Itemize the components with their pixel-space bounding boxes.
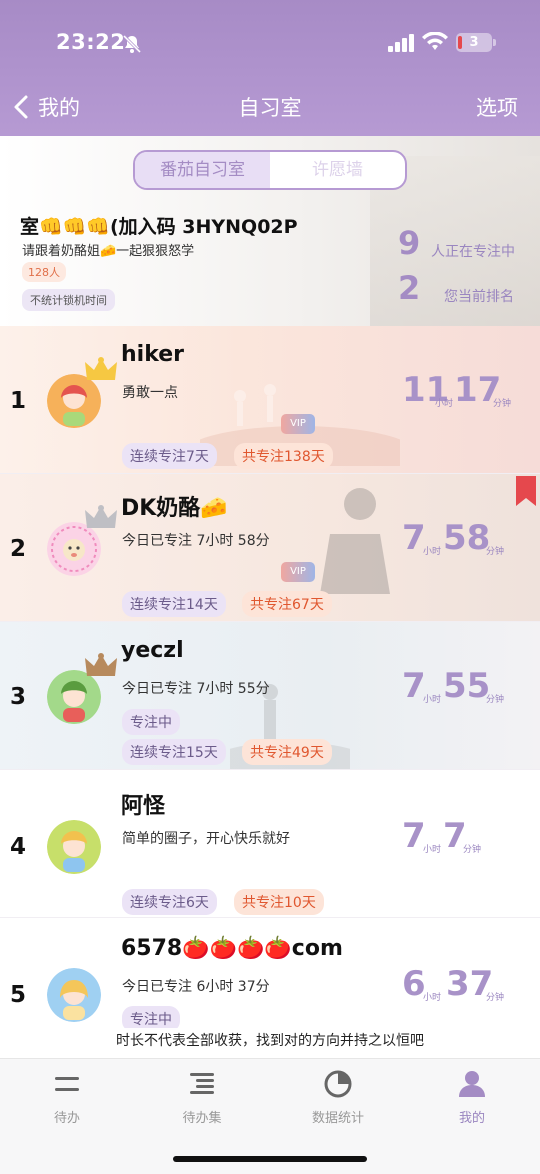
minutes-unit: 分钟	[493, 399, 512, 409]
leaderboard-row-4[interactable]: 4 阿怪 简单的圈子，开心快乐就好 连续专注6天 共专注10天 7 小时 7 分…	[0, 770, 540, 918]
hours-unit: 小时	[435, 399, 454, 409]
focusing-status-chip: 专注中	[122, 709, 180, 735]
wifi-icon	[422, 32, 448, 50]
total-days-chip: 共专注138天	[234, 443, 333, 469]
total-days-chip: 共专注67天	[242, 591, 332, 617]
user-motto: 今日已专注 7小时 55分	[122, 681, 270, 697]
user-motto: 今日已专注 7小时 58分	[122, 533, 270, 549]
user-motto: 今日已专注 6小时 37分	[122, 979, 270, 995]
leaderboard-row-3[interactable]: 3 yeczl 今日已专注 7小时 55分 专注中 连续专注15天 共专注49天…	[0, 622, 540, 770]
tab-label: 待办	[53, 1111, 80, 1126]
tab-label: 待办集	[182, 1111, 222, 1126]
rank-number: 2	[10, 536, 27, 562]
status-time: 23:22	[56, 30, 126, 54]
minutes-value: 58	[443, 518, 491, 558]
vip-badge: VIP	[281, 414, 315, 434]
home-indicator	[173, 1156, 367, 1162]
hours-unit: 小时	[423, 547, 442, 557]
streak-chip: 连续专注14天	[122, 591, 226, 617]
battery-cap	[493, 39, 496, 46]
minutes-unit: 分钟	[463, 845, 482, 855]
battery-indicator: 3	[456, 33, 496, 52]
user-name: 阿怪	[121, 794, 166, 819]
tab-statistics[interactable]: 数据统计	[288, 1069, 388, 1126]
tab-label: 数据统计	[311, 1111, 364, 1126]
profile-icon	[459, 1071, 485, 1097]
lock-time-note: 不统计锁机时间	[22, 289, 115, 311]
page-title: 自习室	[238, 96, 302, 120]
room-description: 请跟着奶酪姐🧀一起狠狠怒学	[22, 244, 195, 259]
battery-level: 3	[469, 35, 479, 50]
bell-off-icon	[122, 34, 142, 54]
user-name: DK奶酪🧀	[121, 496, 228, 521]
crown-gold-icon	[85, 357, 117, 380]
focusing-count: 9	[398, 224, 421, 262]
options-button[interactable]: 选项	[476, 92, 518, 122]
tab-mine[interactable]: 我的	[422, 1069, 522, 1126]
total-days-chip: 共专注49天	[242, 739, 332, 765]
focusing-label: 人正在专注中	[431, 244, 515, 260]
crown-silver-icon	[85, 505, 117, 528]
hours-unit: 小时	[423, 845, 442, 855]
user-name: 6578🍅🍅🍅🍅com	[121, 936, 343, 961]
leaderboard-row-5[interactable]: 5 6578🍅🍅🍅🍅com 今日已专注 6小时 37分 专注中 6 小时 37 …	[0, 918, 540, 1030]
minutes-value: 55	[443, 666, 491, 706]
minutes-unit: 分钟	[486, 547, 505, 557]
motivation-banner: 时长不代表全部收获，找到对的方向并持之以恒吧	[0, 1028, 540, 1058]
streak-chip: 连续专注15天	[122, 739, 226, 765]
rank-number: 4	[10, 834, 27, 860]
my-rank-label: 您当前排名	[444, 289, 514, 305]
streak-chip: 连续专注6天	[122, 889, 217, 915]
tab-label: 我的	[458, 1111, 485, 1126]
room-header: 番茄自习室 许愿墙 室👊👊👊(加入码 3HYNQ02P 请跟着奶酪姐🧀一起狠狠怒…	[0, 136, 540, 326]
vip-badge: VIP	[281, 562, 315, 582]
hours-unit: 小时	[423, 993, 442, 1003]
my-rank: 2	[398, 269, 421, 307]
avatar[interactable]	[47, 820, 101, 874]
top-bar: 23:22 3 我的 自习室 选项	[0, 0, 540, 136]
user-motto: 简单的圈子，开心快乐就好	[122, 831, 290, 847]
leaderboard-row-2[interactable]: 2 DK奶酪🧀 今日已专注 7小时 58分 VIP 连续专注14天 共专注67天…	[0, 474, 540, 622]
rank-number: 3	[10, 684, 27, 710]
signal-icon	[388, 34, 414, 52]
leaderboard-row-1[interactable]: 1 hiker 勇敢一点 VIP 连续专注7天 共专注138天 11 小时 17…	[0, 326, 540, 474]
total-days-chip: 共专注10天	[234, 889, 324, 915]
room-name: 室👊👊👊(加入码 3HYNQ02P	[20, 216, 298, 238]
streak-chip: 连续专注7天	[122, 443, 217, 469]
todo-set-icon	[190, 1073, 214, 1094]
member-count-badge: 128人	[22, 262, 66, 282]
rank-number: 5	[10, 982, 27, 1008]
minutes-unit: 分钟	[486, 695, 505, 705]
avatar[interactable]	[47, 968, 101, 1022]
rank-number: 1	[10, 388, 27, 414]
tab-study-room[interactable]: 番茄自习室	[135, 152, 270, 188]
focusing-status-chip: 专注中	[122, 1006, 180, 1030]
tab-wish-wall[interactable]: 许愿墙	[270, 152, 405, 188]
tab-todo[interactable]: 待办	[17, 1069, 117, 1126]
battery-low-bar	[458, 36, 462, 49]
user-name: hiker	[121, 342, 185, 367]
crown-bronze-icon	[85, 653, 117, 676]
bookmark-icon[interactable]	[516, 476, 536, 506]
todo-icon	[55, 1077, 79, 1091]
user-motto: 勇敢一点	[122, 385, 178, 401]
minutes-unit: 分钟	[486, 993, 505, 1003]
tab-todo-set[interactable]: 待办集	[152, 1069, 252, 1126]
user-name: yeczl	[121, 638, 184, 663]
segment-control: 番茄自习室 许愿墙	[133, 150, 407, 190]
pie-chart-icon	[324, 1070, 352, 1098]
hours-unit: 小时	[423, 695, 442, 705]
